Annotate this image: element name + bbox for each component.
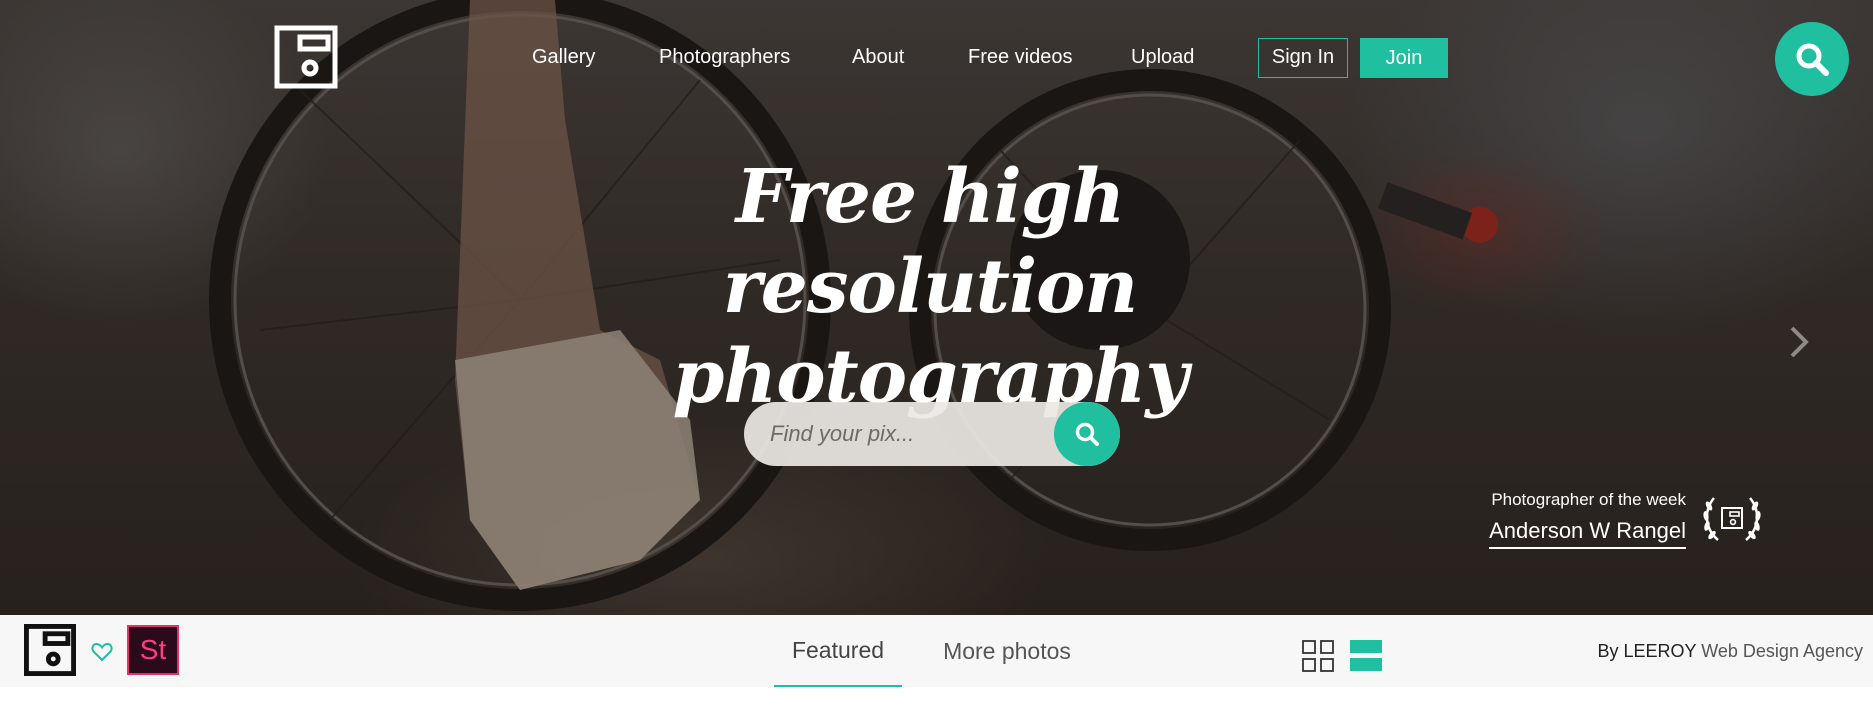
join-button[interactable]: Join bbox=[1360, 38, 1448, 78]
header-search-button[interactable] bbox=[1775, 22, 1849, 96]
nav-about[interactable]: About bbox=[852, 42, 904, 72]
nav-free-videos[interactable]: Free videos bbox=[968, 42, 1073, 72]
search-submit-button[interactable] bbox=[1054, 402, 1120, 466]
tab-featured[interactable]: Featured bbox=[774, 615, 902, 687]
bottom-toolbar: St Featured More photos By LEEROY Web De… bbox=[0, 615, 1873, 687]
credit-brand: By LEEROY bbox=[1597, 641, 1697, 661]
chevron-right-icon[interactable] bbox=[1786, 322, 1812, 362]
headline-line-1: Free high resolution bbox=[722, 154, 1138, 330]
nav-gallery[interactable]: Gallery bbox=[532, 42, 595, 72]
potw-label: Photographer of the week bbox=[1491, 490, 1686, 509]
search-input[interactable] bbox=[770, 402, 1060, 466]
search-icon bbox=[1075, 422, 1099, 446]
search-icon bbox=[1796, 43, 1829, 76]
heart-icon[interactable] bbox=[91, 642, 113, 662]
credit-rest: Web Design Agency bbox=[1696, 641, 1863, 661]
photographer-name-link[interactable]: Anderson W Rangel bbox=[1489, 518, 1686, 549]
adobe-stock-badge[interactable]: St bbox=[127, 625, 179, 675]
hero-section: Gallery Photographers About Free videos … bbox=[0, 0, 1873, 615]
laurel-icon bbox=[1703, 497, 1761, 541]
photographer-of-week: Photographer of the week Anderson W Rang… bbox=[1484, 490, 1764, 550]
list-view-icon[interactable] bbox=[1350, 640, 1382, 672]
sign-in-button[interactable]: Sign In bbox=[1258, 38, 1348, 78]
logo-icon[interactable] bbox=[24, 624, 76, 676]
hero-search-bar bbox=[744, 402, 1120, 466]
agency-credit[interactable]: By LEEROY Web Design Agency bbox=[1598, 615, 1863, 687]
tab-more-photos[interactable]: More photos bbox=[930, 615, 1084, 687]
nav-upload[interactable]: Upload bbox=[1131, 42, 1194, 72]
nav-photographers[interactable]: Photographers bbox=[659, 42, 790, 72]
grid-view-icon[interactable] bbox=[1302, 640, 1334, 672]
hero-headline: Free high resolution photography bbox=[520, 152, 1340, 422]
logo-icon[interactable] bbox=[274, 25, 338, 89]
